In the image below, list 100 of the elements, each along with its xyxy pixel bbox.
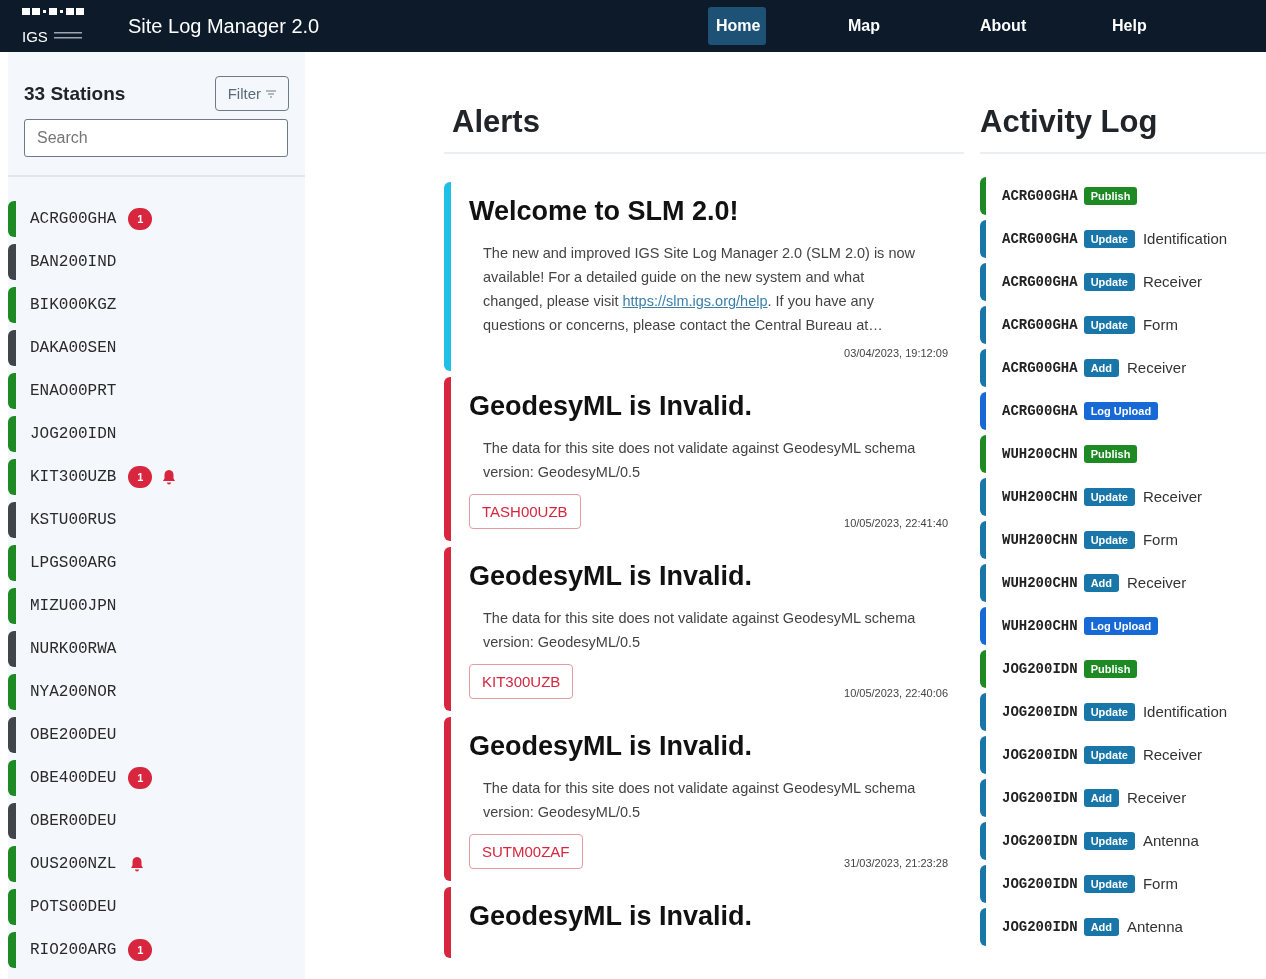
station-name: JOG200IDN <box>1002 746 1078 763</box>
action-tag: Publish <box>1083 659 1138 678</box>
section-name: Form <box>1142 316 1178 333</box>
action-tag: Add <box>1083 573 1119 592</box>
activity-row[interactable]: JOG200IDN Add Receiver <box>980 776 1266 819</box>
station-link[interactable]: POTS00DEU <box>30 897 117 916</box>
station-link[interactable]: OUS200NZL <box>30 854 117 873</box>
station-name: JOG200IDN <box>1002 703 1078 720</box>
alert-count-badge: 1 <box>128 207 153 230</box>
station-link[interactable]: OBE200DEU <box>30 725 117 744</box>
nav-link[interactable]: About <box>972 7 1087 45</box>
alert-title: GeodesyML is Invalid. <box>469 391 754 422</box>
activity-row[interactable]: ACRG00GHA Add Receiver <box>980 346 1266 389</box>
section-name: Form <box>1142 531 1178 548</box>
action-tag: Log Upload <box>1083 401 1159 420</box>
station-name: ACRG00GHA <box>1002 273 1078 290</box>
alert-title: GeodesyML is Invalid. <box>469 731 754 762</box>
station-name: JOG200IDN <box>1002 660 1078 677</box>
activity-row[interactable]: WUH200CHN Update Form <box>980 518 1266 561</box>
station-link[interactable]: NURK00RWA <box>30 639 117 658</box>
action-tag: Update <box>1083 874 1135 893</box>
activity-row[interactable]: ACRG00GHA Log Upload <box>980 389 1266 432</box>
station-link[interactable]: JOG200IDN <box>30 424 117 443</box>
action-tag: Add <box>1083 358 1119 377</box>
station-tag-button[interactable]: TASH00UZB <box>469 494 581 529</box>
station-name: ACRG00GHA <box>1002 316 1078 333</box>
action-tag: Update <box>1083 229 1135 248</box>
station-link[interactable]: BAN200IND <box>30 252 117 271</box>
alerts-heading: Alerts <box>444 104 964 154</box>
section-name: Receiver <box>1142 746 1203 763</box>
activity-row[interactable]: WUH200CHN Add Receiver <box>980 561 1266 604</box>
nav-link[interactable]: Help <box>1104 7 1219 45</box>
activity-row[interactable]: JOG200IDN Update Antenna <box>980 819 1266 862</box>
alert-count-badge: 1 <box>128 938 153 961</box>
station-name: WUH200CHN <box>1002 617 1078 634</box>
activity-row[interactable]: JOG200IDN Update Identification <box>980 690 1266 733</box>
activity-row[interactable]: WUH200CHN Publish <box>980 432 1266 475</box>
activity-row[interactable]: ACRG00GHA Update Identification <box>980 217 1266 260</box>
nav-link[interactable]: Home <box>708 7 766 45</box>
station-name: JOG200IDN <box>1002 918 1078 935</box>
alert-timestamp: 31/03/2023, 21:23:28 <box>844 857 948 869</box>
station-name: JOG200IDN <box>1002 875 1078 892</box>
alert-title: GeodesyML is Invalid. <box>469 561 754 592</box>
activity-row[interactable]: JOG200IDN Update Form <box>980 862 1266 905</box>
station-name: WUH200CHN <box>1002 574 1078 591</box>
activity-row[interactable]: ACRG00GHA Update Form <box>980 303 1266 346</box>
section-name: Receiver <box>1142 273 1203 290</box>
station-tag-button[interactable]: KIT300UZB <box>469 664 574 699</box>
station-link[interactable]: OBER00DEU <box>30 811 117 830</box>
activity-row[interactable]: WUH200CHN Update Receiver <box>980 475 1266 518</box>
search-field[interactable]: Search <box>24 119 288 157</box>
section-name: Antenna <box>1142 832 1199 849</box>
station-name: WUH200CHN <box>1002 531 1078 548</box>
station-link[interactable]: NYA200NOR <box>30 682 117 701</box>
station-name: ACRG00GHA <box>1002 187 1078 204</box>
alert-message: The data for this site does not validate against GeodesyML schema version: GeodesyML/0.5 <box>483 609 917 652</box>
action-tag: Publish <box>1083 444 1138 463</box>
station-link[interactable]: ACRG00GHA <box>30 209 117 228</box>
activity-row[interactable]: JOG200IDN Add Antenna <box>980 905 1266 948</box>
station-name: ACRG00GHA <box>1002 359 1078 376</box>
action-tag: Update <box>1083 530 1135 549</box>
action-tag: Add <box>1083 917 1119 936</box>
activity-row[interactable]: WUH200CHN Log Upload <box>980 604 1266 647</box>
action-tag: Update <box>1083 745 1135 764</box>
action-tag: Publish <box>1083 186 1138 205</box>
station-link[interactable]: BIK000KGZ <box>30 295 117 314</box>
section-name: Receiver <box>1127 574 1187 591</box>
filter-button[interactable]: Filter <box>214 76 289 111</box>
station-link[interactable]: MIZU00JPN <box>30 596 117 615</box>
activity-row[interactable]: JOG200IDN Publish <box>980 647 1266 690</box>
station-link[interactable]: OBE400DEU <box>30 768 117 787</box>
station-name: ACRG00GHA <box>1002 402 1078 419</box>
station-link[interactable]: LPGS00ARG <box>30 553 117 572</box>
logo-text: IGS <box>22 27 49 45</box>
action-tag: Update <box>1083 702 1135 721</box>
station-link[interactable]: KSTU00RUS <box>30 510 117 529</box>
section-name: Identification <box>1142 230 1228 247</box>
alert-timestamp: 10/05/2023, 22:41:40 <box>844 517 948 529</box>
alert-title: GeodesyML is Invalid. <box>469 901 754 932</box>
section-name: Receiver <box>1127 789 1187 806</box>
activity-row[interactable]: JOG200IDN Update Receiver <box>980 733 1266 776</box>
section-name: Receiver <box>1142 488 1203 505</box>
help-link[interactable]: https://slm.igs.org/help <box>622 293 768 309</box>
station-link[interactable]: KIT300UZB <box>30 467 117 486</box>
section-name: Form <box>1142 875 1178 892</box>
station-name: WUH200CHN <box>1002 488 1078 505</box>
station-tag-button[interactable]: SUTM00ZAF <box>469 834 583 869</box>
app-title: Site Log Manager 2.0 <box>128 14 321 38</box>
station-link[interactable]: ENAO00PRT <box>30 381 117 400</box>
action-tag: Log Upload <box>1083 616 1159 635</box>
station-link[interactable]: DAKA00SEN <box>30 338 117 357</box>
station-name: ACRG00GHA <box>1002 230 1078 247</box>
station-link[interactable]: RIO200ARG <box>30 940 117 959</box>
activity-row[interactable]: ACRG00GHA Publish <box>980 174 1266 217</box>
nav-link[interactable]: Map <box>840 7 955 45</box>
section-name: Receiver <box>1127 359 1187 376</box>
action-tag: Add <box>1083 788 1119 807</box>
action-tag: Update <box>1083 831 1135 850</box>
alert-timestamp: 03/04/2023, 19:12:09 <box>844 347 948 359</box>
activity-row[interactable]: ACRG00GHA Update Receiver <box>980 260 1266 303</box>
